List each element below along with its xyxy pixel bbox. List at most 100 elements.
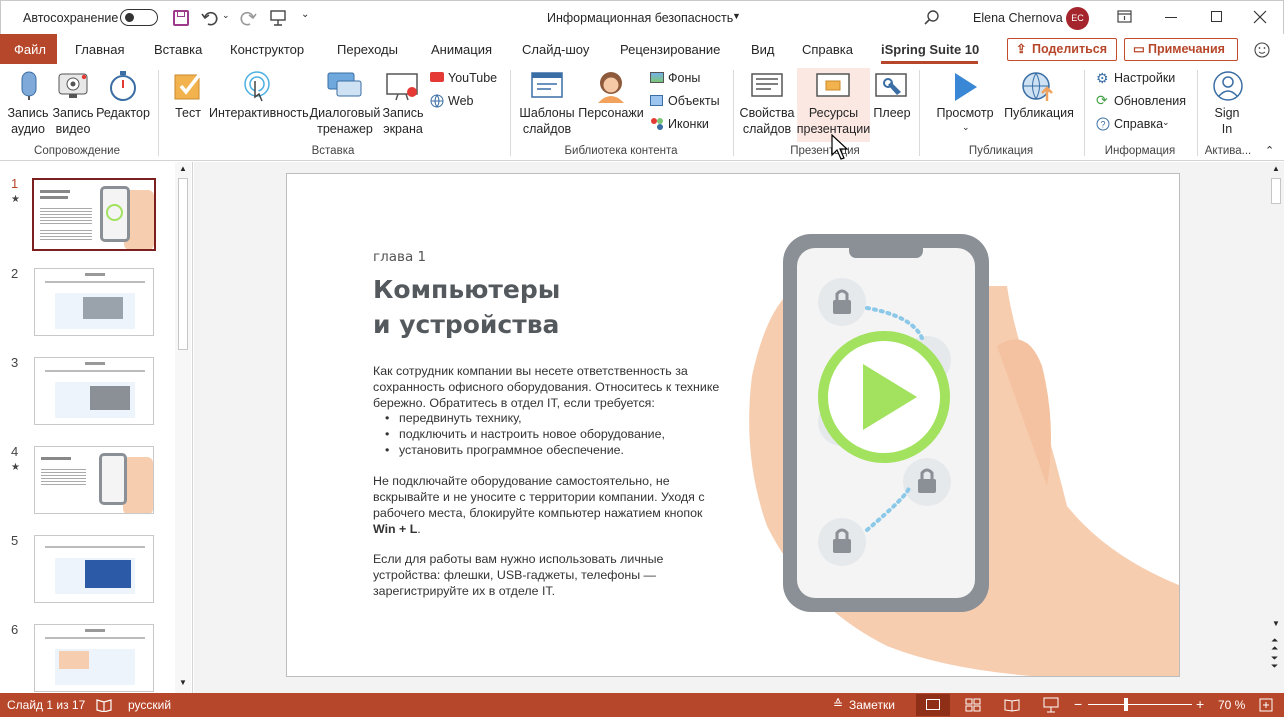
normal-view-button[interactable]: [916, 694, 950, 716]
player-button[interactable]: Плеер: [870, 105, 914, 121]
tab-review[interactable]: Рецензирование: [620, 42, 720, 57]
scroll-up-icon[interactable]: ▲: [1272, 164, 1280, 173]
help-dropdown-icon[interactable]: ⌄: [1162, 117, 1170, 128]
tab-animation[interactable]: Анимация: [431, 42, 492, 57]
presentation-start-icon[interactable]: [269, 9, 287, 27]
help-button[interactable]: Справка: [1114, 117, 1163, 131]
comments-button[interactable]: ▭ Примечания: [1124, 38, 1238, 61]
slide-canvas[interactable]: глава 1 Компьютеры и устройства Как сотр…: [286, 173, 1180, 677]
tab-home[interactable]: Главная: [75, 42, 124, 57]
scrollbar-thumb[interactable]: [178, 178, 188, 350]
slide-sorter-icon[interactable]: [965, 698, 981, 712]
slide-thumbnail-6[interactable]: [34, 624, 154, 692]
slide-paragraph-2[interactable]: Не подключайте оборудование самостоятель…: [373, 473, 723, 537]
slide-thumbnail-1[interactable]: [32, 178, 156, 251]
tab-ispring[interactable]: iSpring Suite 10: [881, 42, 979, 57]
title-dropdown-icon[interactable]: ▼: [732, 11, 741, 21]
zoom-slider-thumb[interactable]: [1124, 698, 1128, 711]
tab-transitions[interactable]: Переходы: [337, 42, 398, 57]
bullet-item: • установить программное обеспечение.: [385, 443, 624, 457]
smiley-icon[interactable]: [1254, 42, 1270, 58]
slide-properties-button[interactable]: Свойства слайдов: [738, 105, 796, 137]
animation-star-icon: ★: [11, 194, 20, 205]
tab-slideshow[interactable]: Слайд-шоу: [522, 42, 589, 57]
youtube-button[interactable]: YouTube: [448, 71, 497, 85]
record-video-button[interactable]: Запись видео: [50, 105, 96, 137]
icons-button[interactable]: Иконки: [668, 117, 709, 131]
scroll-down-icon[interactable]: ▼: [1272, 619, 1280, 628]
tab-view[interactable]: Вид: [751, 42, 775, 57]
save-icon[interactable]: [173, 10, 189, 26]
slide-thumbnail-3[interactable]: [34, 357, 154, 425]
slide-thumbnail-2[interactable]: [34, 268, 154, 336]
share-button[interactable]: ⇪ Поделиться: [1007, 38, 1117, 61]
search-icon[interactable]: [923, 9, 941, 27]
slide-counter[interactable]: Слайд 1 из 17: [7, 698, 85, 712]
preview-button[interactable]: Просмотр: [932, 105, 998, 121]
sign-in-button[interactable]: Sign In: [1202, 105, 1252, 137]
record-screen-button[interactable]: Запись экрана: [380, 105, 426, 137]
slide-paragraph-3[interactable]: Если для работы вам нужно использовать л…: [373, 551, 693, 599]
slide-paragraph-1[interactable]: Как сотрудник компании вы несете ответст…: [373, 363, 723, 411]
collapse-ribbon-icon[interactable]: ⌃: [1265, 144, 1274, 157]
fit-to-window-icon[interactable]: [1258, 697, 1274, 713]
language-indicator[interactable]: русский: [128, 698, 171, 712]
publish-button[interactable]: Публикация: [1002, 105, 1076, 121]
zoom-out-icon[interactable]: −: [1074, 696, 1082, 712]
editor-button[interactable]: Редактор: [96, 105, 150, 121]
updates-button[interactable]: Обновления: [1114, 94, 1186, 108]
preview-dropdown-icon[interactable]: ⌄: [962, 122, 970, 133]
thumbnails-scrollbar[interactable]: ▲ ▼: [175, 162, 191, 693]
tab-file-label[interactable]: Файл: [14, 42, 46, 57]
slide-templates-button[interactable]: Шаблоны слайдов: [516, 105, 578, 137]
undo-dropdown-icon[interactable]: ⌄: [222, 10, 230, 21]
dialog-simulator-button[interactable]: Диалоговый тренажер: [309, 105, 381, 137]
quiz-button[interactable]: Тест: [168, 105, 208, 121]
previous-slide-icon[interactable]: ⏶ ⏶: [1271, 636, 1278, 653]
next-slide-icon[interactable]: ⏷ ⏷: [1271, 654, 1278, 671]
zoom-slider[interactable]: [1088, 704, 1192, 705]
autosave-toggle[interactable]: [120, 9, 158, 26]
reading-view-icon[interactable]: [1004, 698, 1020, 712]
web-button[interactable]: Web: [448, 94, 473, 108]
notes-button[interactable]: Заметки: [849, 698, 895, 712]
close-icon[interactable]: [1253, 10, 1267, 24]
scroll-up-icon[interactable]: ▲: [179, 164, 187, 173]
scroll-down-icon[interactable]: ▼: [179, 678, 187, 687]
slide-thumbnail-5[interactable]: [34, 535, 154, 603]
spellcheck-book-icon[interactable]: [96, 698, 112, 712]
slide-bullet-list[interactable]: • передвинуть технику, • подключить и наст…: [385, 410, 725, 458]
zoom-in-icon[interactable]: +: [1196, 696, 1204, 712]
tab-help[interactable]: Справка: [802, 42, 853, 57]
objects-button[interactable]: Объекты: [668, 94, 720, 108]
presentation-resources-button[interactable]: Ресурсы презентации: [796, 105, 871, 137]
scrollbar-thumb[interactable]: [1271, 178, 1281, 204]
slide-title-line1[interactable]: Компьютеры: [373, 275, 560, 304]
redo-icon[interactable]: [239, 9, 257, 27]
slide-properties-icon: [751, 73, 783, 97]
settings-button[interactable]: Настройки: [1114, 71, 1175, 85]
undo-icon[interactable]: [201, 9, 219, 27]
customize-qat-icon[interactable]: ⌄: [301, 9, 309, 20]
characters-button[interactable]: Персонажи: [578, 105, 644, 121]
slide-thumbnail-4[interactable]: [34, 446, 154, 514]
slideshow-view-icon[interactable]: [1043, 697, 1059, 713]
canvas-scrollbar[interactable]: ▲ ▼ ⏶ ⏶ ⏷ ⏷: [1268, 162, 1284, 693]
zoom-level[interactable]: 70 %: [1218, 698, 1245, 712]
thumbnail-number: 5: [11, 533, 19, 548]
tab-design[interactable]: Конструктор: [230, 42, 304, 57]
slide-chapter[interactable]: глава 1: [373, 249, 426, 265]
interactivity-button[interactable]: Интерактивность: [209, 105, 309, 121]
ribbon-display-options-icon[interactable]: [1117, 10, 1133, 24]
tab-insert[interactable]: Вставка: [154, 42, 202, 57]
slide-thumbnails-pane[interactable]: 1 ★ 2 3 4 ★ 5 6 ▲ ▼: [0, 162, 193, 693]
minimize-icon[interactable]: [1165, 17, 1177, 18]
record-audio-button[interactable]: Запись аудио: [4, 105, 52, 137]
slide-title-line2[interactable]: и устройства: [373, 310, 559, 339]
group-label-activation: Актива...: [1204, 145, 1252, 157]
document-title[interactable]: Информационная безопасность: [547, 11, 733, 25]
avatar[interactable]: EC: [1066, 7, 1089, 30]
hotkey-text: Win + L: [373, 522, 418, 536]
maximize-icon[interactable]: [1211, 11, 1222, 22]
backgrounds-button[interactable]: Фоны: [668, 71, 700, 85]
